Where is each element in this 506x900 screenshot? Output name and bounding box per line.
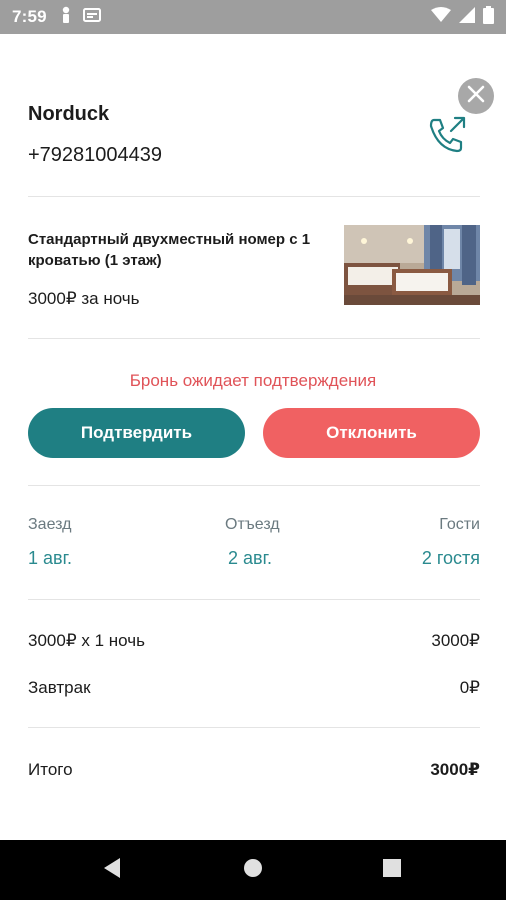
recents-button[interactable]	[362, 840, 422, 900]
divider	[28, 485, 480, 486]
battery-icon	[483, 5, 494, 29]
phone-outgoing-icon	[424, 116, 470, 162]
checkout-date: 2 авг.	[228, 548, 272, 568]
back-button[interactable]	[82, 840, 142, 900]
room-photo-image	[344, 225, 480, 305]
divider	[28, 338, 480, 339]
decline-button[interactable]: Отклонить	[263, 408, 480, 458]
guests-label: Гости	[439, 516, 480, 533]
home-button[interactable]	[223, 840, 283, 900]
status-time: 7:59	[12, 7, 47, 26]
divider	[28, 727, 480, 728]
person-notification-icon	[59, 6, 73, 29]
booking-details-screen: Norduck +79281004439 Стандартный двухмес…	[0, 34, 506, 840]
recents-icon	[383, 858, 401, 882]
navigation-bar	[0, 840, 506, 900]
divider	[28, 196, 480, 197]
room-price: 3000₽ за ночь	[28, 289, 140, 308]
sim-card-icon	[82, 7, 101, 27]
total-value: 3000₽	[430, 760, 480, 779]
breakfast-label: Завтрак	[28, 678, 91, 697]
call-button[interactable]	[424, 112, 470, 158]
nights-price-value: 3000₽	[431, 631, 480, 650]
guests-count: 2 гостя	[421, 548, 480, 568]
nights-price-label: 3000₽ x 1 ночь	[28, 631, 145, 650]
wifi-icon	[431, 6, 451, 28]
booking-status-text: Бронь ожидает подтверждения	[129, 371, 377, 390]
divider	[28, 599, 480, 600]
room-title: Стандартный двухместный номер с 1 кроват…	[28, 231, 311, 269]
back-icon	[102, 857, 122, 884]
confirm-button[interactable]: Подтвердить	[28, 408, 245, 458]
host-name: Norduck	[28, 103, 110, 125]
close-icon	[467, 85, 485, 108]
cellular-signal-icon	[459, 6, 475, 28]
total-label: Итого	[28, 760, 73, 779]
room-photo[interactable]	[344, 225, 480, 305]
home-icon	[243, 858, 263, 883]
checkin-date: 1 авг.	[28, 548, 72, 568]
close-button[interactable]	[458, 78, 494, 114]
checkin-label: Заезд	[28, 516, 72, 533]
breakfast-value: 0₽	[459, 678, 480, 697]
status-bar: 7:59	[0, 0, 506, 34]
host-phone: +79281004439	[28, 144, 163, 166]
checkout-label: Отъезд	[225, 516, 280, 533]
